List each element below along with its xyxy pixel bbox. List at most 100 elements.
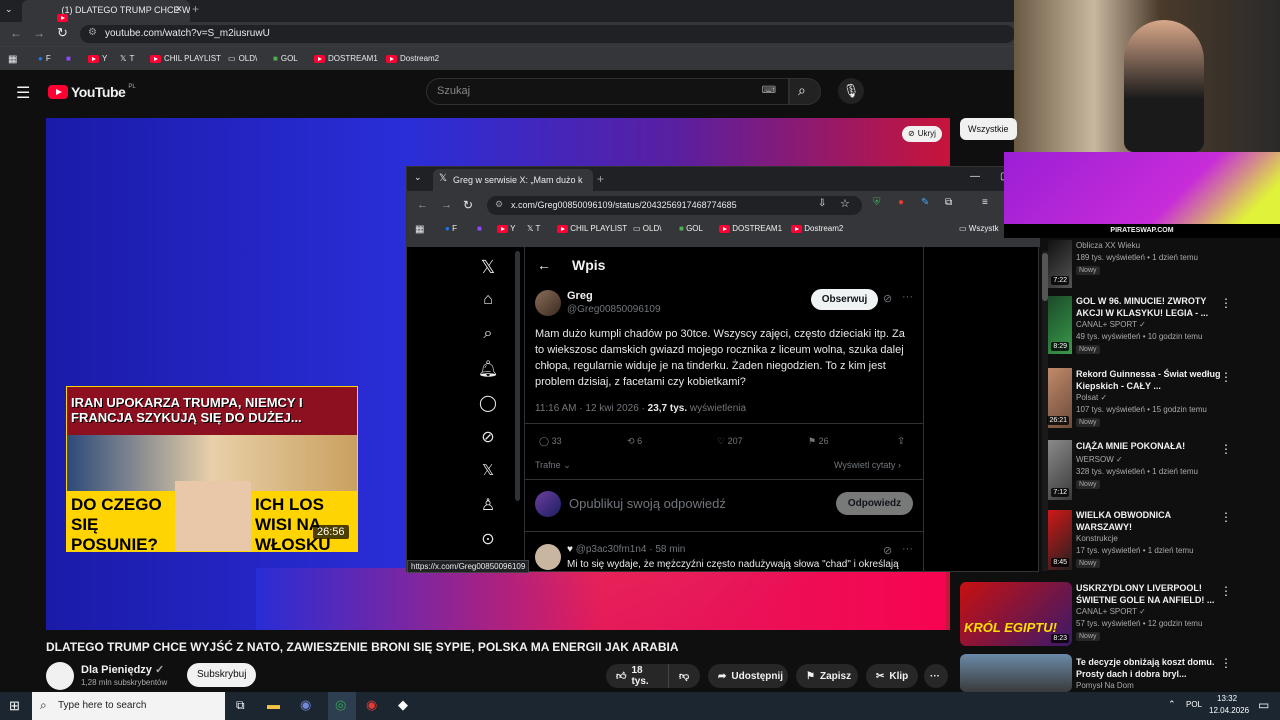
site-info-icon[interactable]: ⚙ xyxy=(495,199,503,210)
clock-time[interactable]: 13:32 xyxy=(1217,694,1237,703)
bookmark-f[interactable]: ● F xyxy=(445,224,457,233)
related-thumb-0[interactable]: 7:22 xyxy=(1048,240,1072,288)
reply-count-button[interactable]: ◯ 33 xyxy=(539,436,562,447)
voice-search-button[interactable]: 🎙︎ xyxy=(838,78,864,104)
messages-icon[interactable]: ◯ xyxy=(477,393,499,415)
related-thumb-6[interactable] xyxy=(960,654,1072,692)
back-icon[interactable]: ← xyxy=(417,199,428,211)
grok-explain-icon[interactable]: ⊘ xyxy=(883,544,892,557)
reload-icon[interactable]: ↻ xyxy=(463,198,473,212)
menu-icon[interactable]: ☰ xyxy=(16,83,30,103)
tab-x-post[interactable]: 𝕏 Greg w serwisie X: „Mam dużo k xyxy=(433,169,593,191)
obs-icon[interactable]: ◉ xyxy=(366,697,377,713)
bookmark-gol[interactable]: ■ GOL xyxy=(273,54,298,63)
repost-count-button[interactable]: ⟲ 6 xyxy=(627,436,642,447)
twitch-bookmark-icon[interactable]: ■ xyxy=(66,54,71,63)
reply-button[interactable]: Odpowiedz xyxy=(836,492,913,515)
extension-shield-icon[interactable]: ⛨ xyxy=(873,197,881,208)
bookmark-dostream1[interactable]: DOSTREAM1 xyxy=(719,224,782,233)
reply-avatar[interactable] xyxy=(535,544,561,570)
bookmark-t[interactable]: 𝕏 T xyxy=(527,224,540,233)
follow-button[interactable]: Obserwuj xyxy=(811,289,878,310)
home-icon[interactable]: ⌂ xyxy=(477,291,499,313)
related-item-4[interactable]: WIELKA OBWODNICA WARSZAWY! Konstrukcje 1… xyxy=(1076,509,1226,568)
youtube-logo[interactable]: YouTube PL xyxy=(48,84,136,100)
bookmark-gol[interactable]: ■ GOL xyxy=(679,224,703,233)
related-item-6[interactable]: Te decyzje obniżają koszt domu. Prosty d… xyxy=(1076,656,1226,692)
reply-input[interactable]: Opublikuj swoją odpowiedź xyxy=(569,496,726,511)
new-tab-icon[interactable]: + xyxy=(597,172,604,186)
minimize-icon[interactable]: — xyxy=(970,171,980,182)
author-name[interactable]: Greg xyxy=(567,290,593,302)
bookmark-old[interactable]: ▭ OLD\ xyxy=(228,54,257,63)
grok-icon[interactable]: ⊘ xyxy=(477,427,499,449)
profile-icon[interactable]: ♙ xyxy=(477,495,499,517)
more-options-icon[interactable]: ··· xyxy=(902,543,913,555)
new-tab-icon[interactable]: + xyxy=(192,2,199,16)
extensions-icon[interactable]: ⧉ xyxy=(945,197,952,208)
more-actions-button[interactable]: ··· xyxy=(924,664,948,688)
related-item-1[interactable]: GOL W 96. MINUCIE! ZWROTY AKCJI W KLASYK… xyxy=(1076,295,1226,354)
more-circle-icon[interactable]: ⊙ xyxy=(477,529,499,551)
sort-dropdown[interactable]: Trafne ⌄ xyxy=(535,460,571,471)
bookmark-dostream2[interactable]: Dostream2 xyxy=(791,224,843,233)
file-explorer-icon[interactable]: ▬ xyxy=(267,697,280,712)
channel-name[interactable]: Dla Pieniędzy ✓ xyxy=(81,663,164,676)
notifications-bell-icon[interactable]: 🔔︎ xyxy=(477,359,499,381)
bookmark-chil-playlist[interactable]: CHIL PLAYLIST xyxy=(557,224,627,233)
tab-list-icon[interactable]: ⌄ xyxy=(414,172,422,183)
sponsor-banner[interactable]: PIRATESWAP.COM xyxy=(1004,152,1280,238)
related-thumb-4[interactable]: 8:45 xyxy=(1048,510,1072,570)
forward-icon[interactable]: → xyxy=(441,199,452,211)
related-item-2[interactable]: Rekord Guinnessa - Świat według Kiepskic… xyxy=(1076,368,1226,427)
related-item-0[interactable]: Oblicza XX Wieku 189 tys. wyświetleń • 1… xyxy=(1076,240,1226,275)
bookmark-old[interactable]: ▭ OLD\ xyxy=(633,224,661,233)
bookmark-y[interactable]: Y xyxy=(497,224,515,233)
app-icon[interactable]: ◆ xyxy=(398,697,408,713)
reload-icon[interactable]: ↻ xyxy=(57,25,68,41)
related-thumb-1[interactable]: 8:29 xyxy=(1048,296,1072,354)
search-input[interactable]: Szukaj ⌨ xyxy=(426,78,789,105)
hide-button[interactable]: ⊘ Ukryj xyxy=(902,126,942,142)
tab-list-icon[interactable]: ⌄ xyxy=(5,4,19,18)
more-options-icon[interactable]: ··· xyxy=(902,291,913,303)
keyboard-icon[interactable]: ⌨ xyxy=(762,85,776,96)
clock-date[interactable]: 12.04.2026 xyxy=(1209,706,1249,715)
extension-red-icon[interactable]: ● xyxy=(898,197,904,208)
view-quotes-link[interactable]: Wyświetl cytaty › xyxy=(834,460,901,470)
filter-chip-all[interactable]: Wszystkie xyxy=(960,118,1017,140)
related-thumb-5[interactable]: KRÓL EGIPTU! 8:23 xyxy=(960,582,1072,646)
extension-blue-icon[interactable]: ✎ xyxy=(921,197,929,208)
related-item-5[interactable]: USKRZYDLONY LIVERPOOL! ŚWIETNE GOLE NA A… xyxy=(1076,582,1226,641)
chrome-taskbar-button[interactable]: ◎ xyxy=(328,692,356,720)
share-icon[interactable]: ⇪ xyxy=(897,436,905,447)
more-vert-icon[interactable]: ⋮ xyxy=(1220,656,1232,670)
tab-youtube[interactable]: (1) DLATEGO TRUMP CHCE WYJ... xyxy=(22,0,190,22)
more-vert-icon[interactable]: ⋮ xyxy=(1220,370,1232,384)
media-control-icon[interactable]: ≡ xyxy=(982,197,988,208)
apps-icon[interactable]: ▦ xyxy=(8,54,17,65)
search-button[interactable]: ⌕ xyxy=(789,78,821,105)
bookmark-y[interactable]: Y xyxy=(88,54,107,63)
tray-chevron-icon[interactable]: ⌃ xyxy=(1168,699,1176,710)
apps-icon[interactable]: ▦ xyxy=(415,224,424,235)
notifications-icon[interactable]: ▭ xyxy=(1258,698,1269,712)
dislike-button[interactable]: 👎︎ xyxy=(668,664,700,688)
channel-avatar[interactable] xyxy=(46,662,74,690)
bookmark-dostream1[interactable]: DOSTREAM1 xyxy=(314,54,378,63)
url-field[interactable]: ⚙ youtube.com/watch?v=S_m2iusruwU xyxy=(80,25,1015,43)
bookmark-chil-playlist[interactable]: CHIL PLAYLIST xyxy=(150,54,221,63)
author-handle[interactable]: @Greg00850096109 xyxy=(567,304,661,315)
task-view-icon[interactable]: ⧉ xyxy=(236,698,245,713)
bookmark-f[interactable]: ● F xyxy=(38,54,51,63)
subscribe-button[interactable]: Subskrybuj xyxy=(187,663,257,687)
more-vert-icon[interactable]: ⋮ xyxy=(1220,442,1232,456)
language-indicator[interactable]: POL xyxy=(1186,700,1202,709)
related-thumb-2[interactable]: 26:21 xyxy=(1047,368,1072,428)
bookmark-star-icon[interactable]: ☆ xyxy=(840,197,850,210)
thumbnail-overlay[interactable]: IRAN UPOKARZA TRUMPA, NIEMCY I FRANCJA S… xyxy=(66,386,358,554)
bookmark-all[interactable]: ▭ Wszystk xyxy=(959,224,999,233)
grok-explain-icon[interactable]: ⊘ xyxy=(883,292,892,305)
related-thumb-3[interactable]: 7:12 xyxy=(1048,440,1072,500)
related-item-3[interactable]: CIĄŻA MNIE POKONAŁA! WERSOW ✓ 328 tys. w… xyxy=(1076,440,1226,489)
